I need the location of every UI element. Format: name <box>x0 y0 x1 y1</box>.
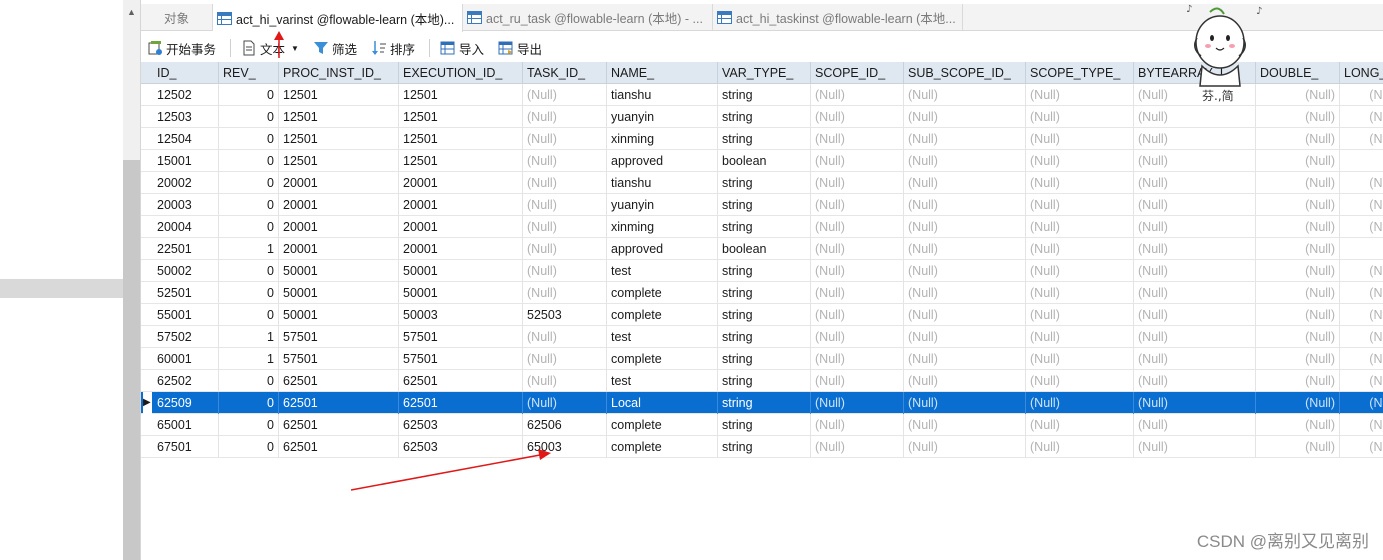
annotation-arrow-task-id <box>350 454 541 491</box>
annotation-arrowhead-tab <box>274 31 284 40</box>
annotation-arrowhead-task-id <box>538 449 551 460</box>
watermark: CSDN @离别又见离别 <box>1196 532 1369 551</box>
annotation-layer <box>274 31 551 491</box>
